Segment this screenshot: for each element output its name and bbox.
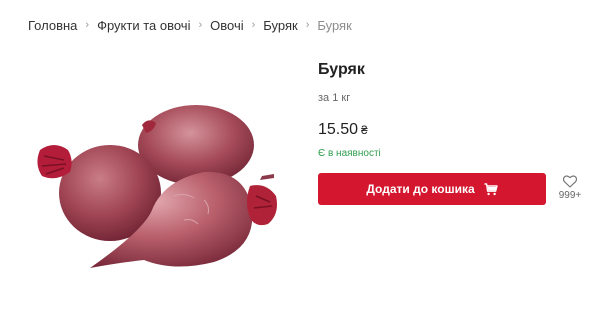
heart-icon bbox=[563, 175, 577, 188]
wishlist-count: 999+ bbox=[558, 190, 582, 201]
chevron-right-icon: › bbox=[85, 19, 90, 31]
cart-icon bbox=[484, 182, 498, 196]
wishlist-button[interactable]: 999+ bbox=[556, 175, 584, 201]
stock-status: Є в наявності bbox=[318, 148, 381, 159]
product-unit: за 1 кг bbox=[318, 92, 351, 104]
currency-symbol: ₴ bbox=[361, 123, 368, 137]
breadcrumb-vegetables[interactable]: Овочі bbox=[210, 18, 243, 33]
product-image[interactable] bbox=[34, 100, 284, 276]
breadcrumb-home[interactable]: Головна bbox=[28, 18, 77, 33]
breadcrumb-fruits-vegetables[interactable]: Фрукти та овочі bbox=[97, 18, 190, 33]
breadcrumb: Головна › Фрукти та овочі › Овочі › Буря… bbox=[28, 18, 352, 33]
add-to-cart-button[interactable]: Додати до кошика bbox=[318, 173, 546, 205]
product-title: Буряк bbox=[318, 61, 365, 78]
price-value: 15.50 bbox=[318, 121, 359, 138]
beetroot-image bbox=[37, 105, 277, 268]
product-price: 15.50 ₴ bbox=[318, 121, 588, 139]
breadcrumb-current: Буряк bbox=[317, 18, 352, 33]
chevron-right-icon: › bbox=[198, 19, 203, 31]
product-info: Буряк за 1 кг 15.50 ₴ Є в наявності bbox=[318, 60, 588, 159]
product-actions: Додати до кошика 999+ bbox=[318, 173, 588, 207]
chevron-right-icon: › bbox=[251, 19, 256, 31]
breadcrumb-beetroot[interactable]: Буряк bbox=[263, 18, 297, 33]
chevron-right-icon: › bbox=[305, 19, 310, 31]
add-to-cart-label: Додати до кошика bbox=[366, 182, 475, 196]
